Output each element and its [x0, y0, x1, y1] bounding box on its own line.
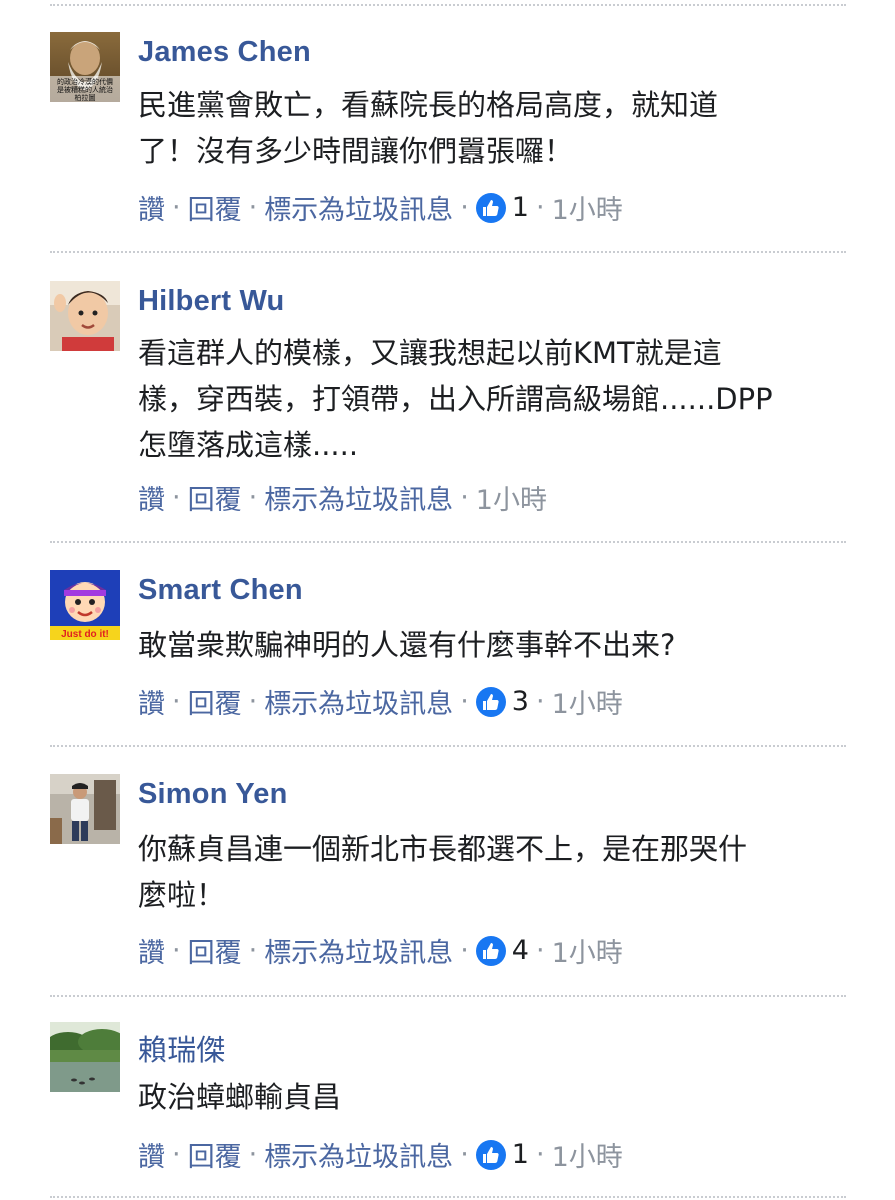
like-link[interactable]: 讚 — [138, 1135, 165, 1174]
divider — [50, 745, 846, 747]
mark-spam-link[interactable]: 標示為垃圾訊息 — [264, 478, 453, 517]
comment-line: 樣，穿西裝，打領帶，出入所謂高級場館......DPP — [138, 382, 773, 416]
reply-link[interactable]: 回覆 — [188, 478, 242, 517]
svg-text:的政治冷漠的代價: 的政治冷漠的代價 — [57, 77, 113, 86]
separator: · — [248, 1139, 258, 1170]
author-name[interactable]: James Chen — [138, 36, 311, 69]
like-link[interactable]: 讚 — [138, 478, 165, 517]
lake-landscape-avatar-icon — [50, 1022, 120, 1092]
separator: · — [460, 192, 469, 223]
like-count[interactable]: 1 — [512, 192, 529, 223]
comment-body: 敢當衆欺騙神明的人還有什麼事幹不出来? — [138, 622, 675, 668]
divider — [50, 251, 846, 253]
author-name[interactable]: 賴瑞傑 — [138, 1027, 226, 1069]
divider — [50, 4, 846, 6]
thumbs-up-icon[interactable] — [475, 686, 506, 717]
comment-line: 政治蟑螂輸貞昌 — [138, 1080, 342, 1114]
separator: · — [248, 482, 258, 513]
reply-link[interactable]: 回覆 — [188, 1135, 242, 1174]
separator: · — [460, 1139, 469, 1170]
reply-link[interactable]: 回覆 — [188, 931, 242, 970]
comment-line: 怎墮落成這樣..... — [138, 428, 359, 462]
separator: · — [172, 686, 181, 717]
separator: · — [460, 482, 469, 513]
like-link[interactable]: 讚 — [138, 931, 165, 970]
comment-body: 你蘇貞昌連一個新北市長都選不上，是在那哭什 麼啦！ — [138, 826, 747, 918]
timestamp[interactable]: 1小時 — [552, 1135, 623, 1174]
like-count[interactable]: 4 — [512, 935, 529, 966]
reply-link[interactable]: 回覆 — [188, 682, 242, 721]
separator: · — [172, 1139, 181, 1170]
thumbs-up-icon[interactable] — [475, 935, 506, 966]
avatar[interactable]: Just do it! — [50, 570, 120, 640]
svg-text:是被糟糕的人統治: 是被糟糕的人統治 — [57, 85, 113, 94]
comment-body: 民進黨會敗亡，看蘇院長的格局高度，就知道 了！沒有多少時間讓你們囂張囉！ — [138, 82, 718, 174]
comment-line: 你蘇貞昌連一個新北市長都選不上，是在那哭什 — [138, 832, 748, 866]
like-count[interactable]: 1 — [512, 1139, 529, 1170]
comment-actions: 讚 · 回覆 · 標示為垃圾訊息 · 3 · 1小時 — [138, 682, 623, 721]
thumbs-up-icon[interactable] — [475, 192, 506, 223]
like-count[interactable]: 3 — [512, 686, 529, 717]
comment-line: 看這群人的模樣，又讓我想起以前KMT就是這 — [138, 336, 722, 370]
comment-actions: 讚 · 回覆 · 標示為垃圾訊息 · 1 · 1小時 — [138, 188, 623, 227]
avatar[interactable] — [50, 1022, 120, 1092]
separator: · — [248, 686, 258, 717]
avatar[interactable]: 的政治冷漠的代價 是被糟糕的人統治 柏拉圖 — [50, 32, 120, 102]
separator: · — [460, 686, 469, 717]
timestamp[interactable]: 1小時 — [552, 682, 623, 721]
comment-actions: 讚 · 回覆 · 標示為垃圾訊息 · 1小時 — [138, 478, 547, 517]
separator: · — [535, 192, 545, 223]
comment-body: 政治蟑螂輸貞昌 — [138, 1074, 341, 1120]
bearded-man-painting-avatar-icon: 的政治冷漠的代價 是被糟糕的人統治 柏拉圖 — [50, 32, 120, 102]
man-standing-photo-avatar-icon — [50, 774, 120, 844]
avatar[interactable] — [50, 281, 120, 351]
timestamp[interactable]: 1小時 — [552, 188, 623, 227]
comment-line: 了！沒有多少時間讓你們囂張囉！ — [138, 134, 574, 168]
like-link[interactable]: 讚 — [138, 682, 165, 721]
like-link[interactable]: 讚 — [138, 188, 165, 227]
separator: · — [248, 192, 258, 223]
svg-text:柏拉圖: 柏拉圖 — [75, 93, 96, 102]
mark-spam-link[interactable]: 標示為垃圾訊息 — [264, 931, 453, 970]
separator: · — [248, 935, 258, 966]
comment-actions: 讚 · 回覆 · 標示為垃圾訊息 · 1 · 1小時 — [138, 1135, 623, 1174]
separator: · — [535, 686, 545, 717]
author-name[interactable]: Smart Chen — [138, 574, 303, 607]
divider — [50, 1196, 846, 1198]
separator: · — [460, 935, 469, 966]
child-photo-avatar-icon — [50, 281, 120, 351]
comment-line: 敢當衆欺騙神明的人還有什麼事幹不出来? — [138, 628, 676, 662]
separator: · — [535, 1139, 545, 1170]
author-name[interactable]: Hilbert Wu — [138, 285, 284, 318]
timestamp[interactable]: 1小時 — [552, 931, 623, 970]
thumbs-up-icon[interactable] — [475, 1139, 506, 1170]
comment-actions: 讚 · 回覆 · 標示為垃圾訊息 · 4 · 1小時 — [138, 931, 623, 970]
mark-spam-link[interactable]: 標示為垃圾訊息 — [264, 1135, 453, 1174]
avatar[interactable] — [50, 774, 120, 844]
mark-spam-link[interactable]: 標示為垃圾訊息 — [264, 682, 453, 721]
comment-body: 看這群人的模樣，又讓我想起以前KMT就是這 樣，穿西裝，打領帶，出入所謂高級場館… — [138, 330, 773, 468]
separator: · — [172, 935, 181, 966]
separator: · — [172, 192, 181, 223]
separator: · — [535, 935, 545, 966]
cartoon-kid-avatar-icon: Just do it! — [50, 570, 120, 640]
comment-line: 民進黨會敗亡，看蘇院長的格局高度，就知道 — [138, 88, 719, 122]
divider — [50, 541, 846, 543]
divider — [50, 995, 846, 997]
svg-text:Just do it!: Just do it! — [61, 629, 109, 640]
author-name[interactable]: Simon Yen — [138, 778, 288, 811]
mark-spam-link[interactable]: 標示為垃圾訊息 — [264, 188, 453, 227]
separator: · — [172, 482, 181, 513]
reply-link[interactable]: 回覆 — [188, 188, 242, 227]
comment-line: 麼啦！ — [138, 878, 226, 912]
timestamp[interactable]: 1小時 — [476, 478, 547, 517]
